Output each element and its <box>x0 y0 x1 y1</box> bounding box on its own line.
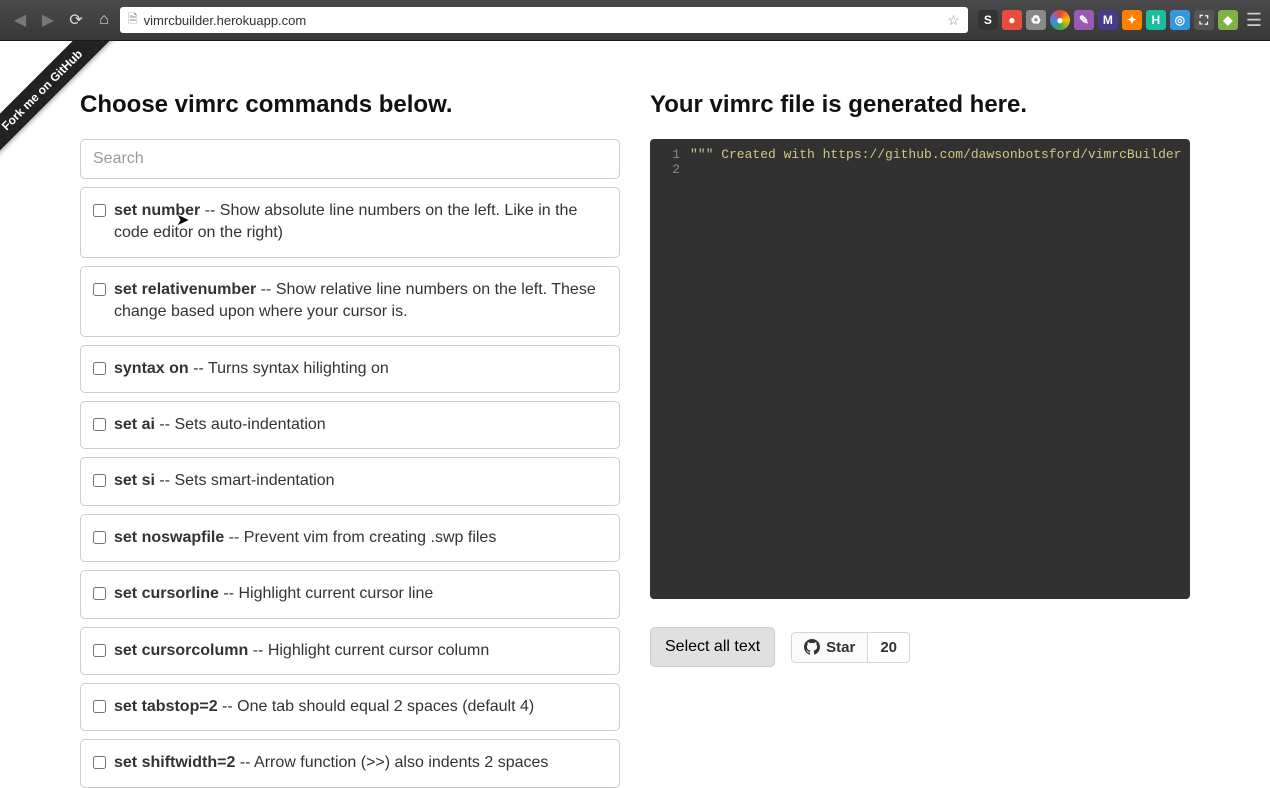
extension-icon[interactable]: ● <box>1050 10 1070 30</box>
command-item[interactable]: syntax on -- Turns syntax hilighting on <box>80 345 620 393</box>
command-item[interactable]: set relativenumber -- Show relative line… <box>80 266 620 337</box>
home-button[interactable]: ⌂ <box>92 8 116 32</box>
left-heading: Choose vimrc commands below. <box>80 91 620 119</box>
command-name: syntax on <box>114 360 189 377</box>
command-item[interactable]: set si -- Sets smart-indentation <box>80 457 620 505</box>
extension-icon[interactable]: M <box>1098 10 1118 30</box>
command-checkbox[interactable] <box>93 644 106 657</box>
extension-icons: S●♻●✎M✦H◎⛶◆ <box>978 10 1238 30</box>
command-checkbox[interactable] <box>93 362 106 375</box>
reload-button[interactable]: ⟳ <box>64 8 88 32</box>
extension-icon[interactable]: H <box>1146 10 1166 30</box>
command-checkbox[interactable] <box>93 283 106 296</box>
command-description: -- One tab should equal 2 spaces (defaul… <box>218 698 535 715</box>
command-description: -- Highlight current cursor column <box>248 642 489 659</box>
github-star-widget: Star 20 <box>791 632 910 663</box>
command-description: -- Highlight current cursor line <box>219 585 433 602</box>
command-description: -- Sets smart-indentation <box>155 472 335 489</box>
extension-icon[interactable]: ✎ <box>1074 10 1094 30</box>
command-name: set cursorcolumn <box>114 642 248 659</box>
command-checkbox[interactable] <box>93 474 106 487</box>
command-item[interactable]: set noswapfile -- Prevent vim from creat… <box>80 514 620 562</box>
output-actions: Select all text Star 20 <box>650 627 1190 667</box>
command-item[interactable]: set shiftwidth=2 -- Arrow function (>>) … <box>80 739 620 787</box>
search-input[interactable] <box>80 139 620 179</box>
command-checkbox[interactable] <box>93 418 106 431</box>
extension-icon[interactable]: ◆ <box>1218 10 1238 30</box>
github-star-button[interactable]: Star <box>791 632 868 663</box>
command-name: set ai <box>114 416 155 433</box>
github-icon <box>804 639 820 655</box>
code-editor[interactable]: 1""" Created with https://github.com/daw… <box>650 139 1190 599</box>
command-checkbox[interactable] <box>93 531 106 544</box>
command-name: set number <box>114 202 200 219</box>
url-bar[interactable]: 🗎 vimrcbuilder.herokuapp.com ☆ <box>120 7 968 33</box>
line-number: 2 <box>650 162 690 177</box>
command-name: set noswapfile <box>114 529 224 546</box>
extension-icon[interactable]: ◎ <box>1170 10 1190 30</box>
command-name: set relativenumber <box>114 281 256 298</box>
command-description: -- Sets auto-indentation <box>155 416 326 433</box>
github-star-label: Star <box>826 639 855 656</box>
left-column: Choose vimrc commands below. set number … <box>80 91 620 714</box>
commands-list: set number -- Show absolute line numbers… <box>80 187 620 788</box>
right-column: Your vimrc file is generated here. 1""" … <box>650 91 1190 714</box>
extension-icon[interactable]: ● <box>1002 10 1022 30</box>
command-item[interactable]: set number -- Show absolute line numbers… <box>80 187 620 258</box>
page-content: Choose vimrc commands below. set number … <box>0 41 1270 714</box>
command-description: -- Turns syntax hilighting on <box>189 360 389 377</box>
line-content: """ Created with https://github.com/daws… <box>690 147 1190 162</box>
back-button[interactable]: ◀ <box>8 8 32 32</box>
command-description: -- Arrow function (>>) also indents 2 sp… <box>235 754 548 771</box>
hamburger-menu-icon[interactable]: ☰ <box>1246 10 1262 31</box>
command-item[interactable]: set tabstop=2 -- One tab should equal 2 … <box>80 683 620 731</box>
command-name: set si <box>114 472 155 489</box>
editor-line: 1""" Created with https://github.com/daw… <box>650 147 1190 162</box>
extension-icon[interactable]: ✦ <box>1122 10 1142 30</box>
command-checkbox[interactable] <box>93 587 106 600</box>
command-name: set shiftwidth=2 <box>114 754 235 771</box>
line-number: 1 <box>650 147 690 162</box>
command-name: set cursorline <box>114 585 219 602</box>
editor-line: 2 <box>650 162 1190 177</box>
extension-icon[interactable]: ♻ <box>1026 10 1046 30</box>
github-ribbon[interactable]: Fork me on GitHub <box>0 41 130 171</box>
command-item[interactable]: set cursorline -- Highlight current curs… <box>80 570 620 618</box>
command-checkbox[interactable] <box>93 700 106 713</box>
page-icon: 🗎 <box>128 10 138 31</box>
bookmark-star-icon[interactable]: ☆ <box>947 12 960 29</box>
forward-button[interactable]: ▶ <box>36 8 60 32</box>
select-all-button[interactable]: Select all text <box>650 627 775 667</box>
command-item[interactable]: set cursorcolumn -- Highlight current cu… <box>80 627 620 675</box>
command-description: -- Prevent vim from creating .swp files <box>224 529 496 546</box>
extension-icon[interactable]: S <box>978 10 998 30</box>
line-content <box>690 162 1190 177</box>
url-text: vimrcbuilder.herokuapp.com <box>144 13 307 28</box>
command-checkbox[interactable] <box>93 756 106 769</box>
github-star-count[interactable]: 20 <box>868 632 910 663</box>
extension-icon[interactable]: ⛶ <box>1194 10 1214 30</box>
github-ribbon-label: Fork me on GitHub <box>0 41 122 170</box>
command-name: set tabstop=2 <box>114 698 218 715</box>
browser-toolbar: ◀ ▶ ⟳ ⌂ 🗎 vimrcbuilder.herokuapp.com ☆ S… <box>0 0 1270 41</box>
command-item[interactable]: set ai -- Sets auto-indentation <box>80 401 620 449</box>
command-checkbox[interactable] <box>93 204 106 217</box>
right-heading: Your vimrc file is generated here. <box>650 91 1190 119</box>
